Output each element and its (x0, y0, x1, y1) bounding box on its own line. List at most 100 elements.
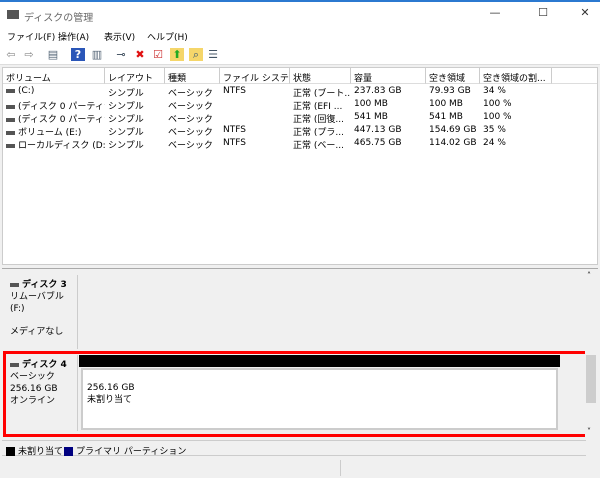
table-cell: 541 MB (351, 112, 426, 122)
legend: 未割り当て プライマリ パーティション (2, 440, 586, 457)
back-icon[interactable]: ⇦ (4, 48, 18, 61)
list-view-icon[interactable]: ☰ (206, 48, 220, 61)
volume-icon (6, 130, 15, 135)
cell-text: 正常 (ベー... (293, 141, 344, 151)
column-header-free-space[interactable]: 空き領域 (426, 68, 480, 84)
cell-text: 237.83 GB (354, 86, 402, 96)
table-cell: ボリューム (E:) (3, 125, 105, 138)
menu-file[interactable]: ファイル(F) (7, 30, 55, 43)
volume-icon (6, 143, 15, 148)
column-header-filesystem[interactable]: ファイル システム (220, 68, 290, 84)
column-header-capacity[interactable]: 容量 (351, 68, 426, 84)
cell-text: 100 MB (429, 99, 463, 109)
table-cell: 正常 (ブート... (290, 86, 351, 99)
cell-text: ベーシック (168, 89, 213, 99)
table-cell: シンプル (105, 86, 165, 99)
table-cell: NTFS (220, 138, 290, 148)
disk-name: ディスク 3 (22, 280, 67, 290)
folder-search-icon[interactable]: ⌕ (189, 48, 203, 61)
cell-text: 35 % (483, 125, 506, 135)
close-button[interactable]: ✕ (570, 6, 600, 24)
cell-text: 100 MB (354, 99, 388, 109)
cell-text: 465.75 GB (354, 138, 402, 148)
legend-primary-partition: プライマリ パーティション (76, 447, 187, 457)
table-cell: NTFS (220, 86, 290, 96)
table-cell: 100 MB (426, 99, 480, 109)
cell-text: (C:) (18, 86, 35, 96)
cell-text: ボリューム (E:) (18, 128, 82, 138)
column-header-free-percent[interactable]: 空き領域の割... (480, 68, 552, 84)
cell-text: 114.02 GB (429, 138, 477, 148)
cell-text: シンプル (108, 128, 144, 138)
column-header-empty (552, 68, 597, 84)
volume-icon (6, 104, 15, 109)
cell-text: NTFS (223, 138, 246, 148)
table-row[interactable]: (ディスク 0 パーティシ...シンプル ベーシック 正常 (回復... 541 MB… (3, 112, 563, 125)
forward-icon[interactable]: ⇨ (22, 48, 36, 61)
properties-icon[interactable]: ☑ (151, 48, 165, 61)
table-cell: 100 % (480, 99, 552, 109)
table-cell: シンプル (105, 125, 165, 138)
legend-unallocated: 未割り当て (18, 447, 64, 457)
scrollbar-thumb[interactable] (586, 355, 596, 403)
disk-icon (10, 282, 19, 287)
table-cell: 24 % (480, 138, 552, 148)
cell-text: ベーシック (168, 141, 213, 151)
column-header-status[interactable]: 状態 (290, 68, 351, 84)
table-cell: ベーシック (165, 125, 220, 138)
column-header-volume[interactable]: ボリューム (3, 68, 105, 84)
cell-text: 79.93 GB (429, 86, 471, 96)
table-row[interactable]: (ディスク 0 パーティシ...シンプル ベーシック 正常 (EFI ... 100 … (3, 99, 563, 112)
cell-text: 100 % (483, 112, 512, 122)
status-bar (0, 458, 600, 478)
table-row[interactable]: ボリューム (E:) シンプル ベーシック NTFS 正常 (プラ... 447.13 G… (3, 125, 563, 138)
table-cell: 正常 (回復... (290, 112, 351, 125)
table-cell: ローカルディスク (D:) (3, 138, 105, 151)
table-row[interactable]: (C:) シンプル ベーシック NTFS 正常 (ブート... 237.83 GB 79.9… (3, 86, 563, 99)
table-cell: ベーシック (165, 99, 220, 112)
cell-text: 正常 (プラ... (293, 128, 344, 138)
table-cell: NTFS (220, 125, 290, 135)
volume-icon (6, 88, 15, 93)
table-cell: 154.69 GB (426, 125, 480, 135)
maximize-button[interactable]: ☐ (528, 6, 558, 24)
vertical-scrollbar[interactable]: ˄ ˅ (585, 269, 597, 439)
cell-text: (ディスク 0 パーティシ... (18, 115, 105, 125)
cell-text: 34 % (483, 86, 506, 96)
console-tree-icon[interactable]: ▤ (46, 48, 60, 61)
table-cell: 正常 (ベー... (290, 138, 351, 151)
window-title: ディスクの管理 (24, 13, 94, 24)
cell-text: (ディスク 0 パーティシ... (18, 102, 105, 112)
table-cell: 正常 (EFI ... (290, 99, 351, 112)
scroll-up-icon[interactable]: ˄ (587, 271, 591, 280)
connect-disk-icon[interactable]: ⊸ (114, 48, 128, 61)
table-row[interactable]: ローカルディスク (D:) シンプル ベーシック NTFS 正常 (ベー... 465.7… (3, 138, 563, 151)
volume-icon (6, 117, 15, 122)
table-cell: 34 % (480, 86, 552, 96)
menu-help[interactable]: ヘルプ(H) (147, 30, 188, 43)
cell-text: 正常 (回復... (293, 115, 344, 125)
cell-text: 154.69 GB (429, 125, 477, 135)
column-header-type[interactable]: 種類 (165, 68, 220, 84)
delete-icon[interactable]: ✖ (133, 48, 147, 61)
cell-text: シンプル (108, 102, 144, 112)
action-pane-icon[interactable]: ▥ (90, 48, 104, 61)
status-divider (340, 460, 341, 476)
table-cell: 541 MB (426, 112, 480, 122)
cell-text: 100 % (483, 99, 512, 109)
table-cell: (ディスク 0 パーティシ... (3, 112, 105, 125)
folder-up-icon[interactable]: ⬆ (170, 48, 184, 61)
help-icon[interactable]: ? (71, 48, 85, 61)
menu-action[interactable]: 操作(A) (58, 30, 89, 43)
disk-3-label[interactable]: ディスク 3 リムーバブル (F:) メディアなし (4, 275, 78, 349)
disk-status: メディアなし (10, 327, 64, 337)
table-cell: (ディスク 0 パーティシ... (3, 99, 105, 112)
column-header-layout[interactable]: レイアウト (105, 68, 165, 84)
volume-list: ボリューム レイアウト 種類 ファイル システム 状態 容量 空き領域 空き領域… (2, 67, 598, 265)
menu-view[interactable]: 表示(V) (104, 30, 135, 43)
table-cell: 447.13 GB (351, 125, 426, 135)
minimize-button[interactable]: — (480, 6, 510, 24)
table-cell: 100 % (480, 112, 552, 122)
scroll-down-icon[interactable]: ˅ (587, 427, 591, 436)
unallocated-swatch (6, 447, 15, 456)
